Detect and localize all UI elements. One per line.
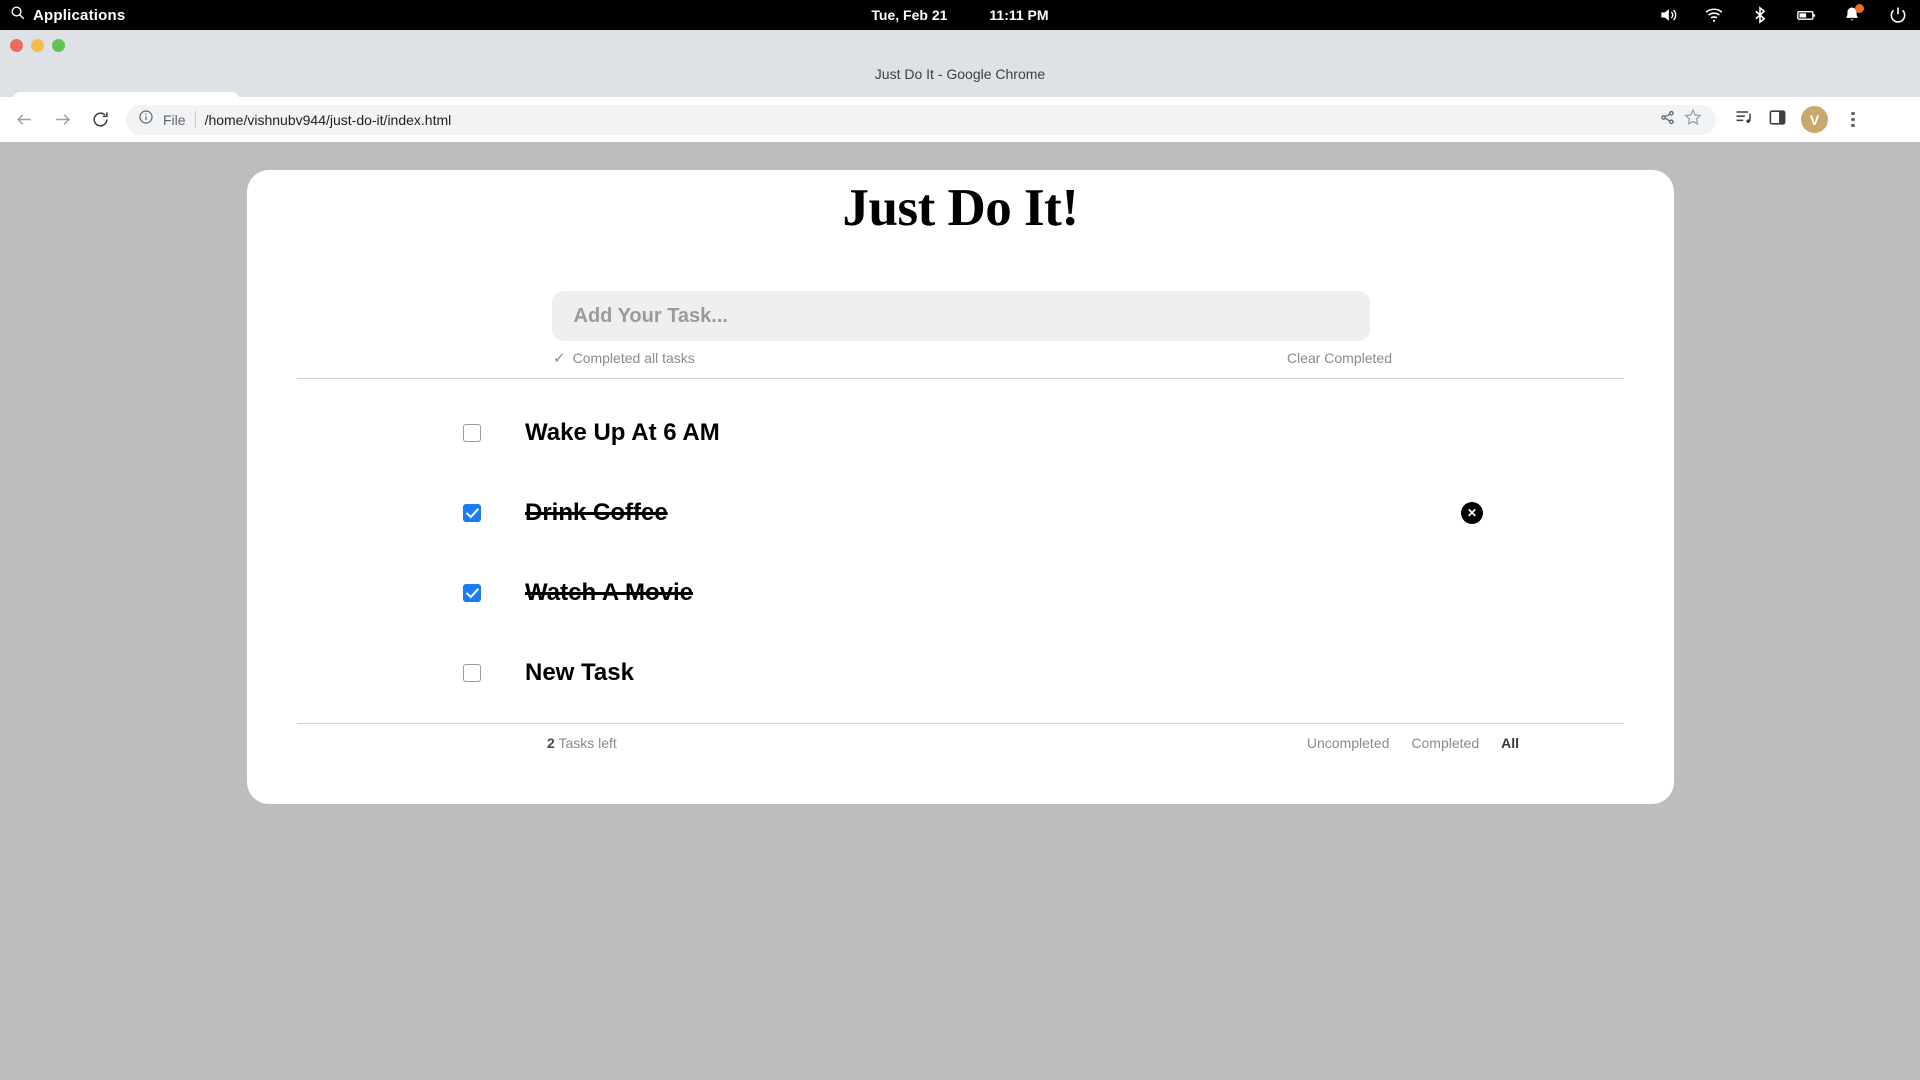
divider-top — [297, 378, 1624, 379]
url-text: /home/vishnubv944/just-do-it/index.html — [205, 112, 452, 128]
notification-bell-icon[interactable] — [1842, 5, 1862, 25]
tasks-left-label: Tasks left — [558, 735, 616, 751]
filter-all[interactable]: All — [1501, 735, 1519, 751]
add-task-container — [552, 291, 1370, 341]
media-playlist-icon[interactable] — [1734, 107, 1754, 132]
filter-completed[interactable]: Completed — [1411, 735, 1479, 751]
table-row[interactable]: Drink Coffee ✕ — [297, 473, 1624, 553]
os-menubar: Applications Tue, Feb 21 11:11 PM — [0, 0, 1920, 30]
window-controls — [10, 39, 65, 52]
table-row[interactable]: Watch A Movie — [297, 553, 1624, 633]
window-title: Just Do It - Google Chrome — [0, 66, 1920, 82]
battery-icon[interactable] — [1796, 5, 1816, 25]
toolbar-actions: V — [1716, 106, 1878, 133]
task-checkbox[interactable] — [463, 584, 481, 602]
volume-icon[interactable] — [1658, 5, 1678, 25]
reload-icon[interactable] — [84, 104, 116, 136]
task-list: Wake Up At 6 AM Drink Coffee ✕ Watch A M… — [247, 393, 1674, 713]
task-label: Wake Up At 6 AM — [525, 419, 720, 447]
address-bar[interactable]: File /home/vishnubv944/just-do-it/index.… — [126, 105, 1716, 135]
table-row[interactable]: Wake Up At 6 AM — [297, 393, 1624, 473]
close-window-button[interactable] — [10, 39, 23, 52]
avatar[interactable]: V — [1801, 106, 1828, 133]
bluetooth-icon[interactable] — [1750, 5, 1770, 25]
add-task-input[interactable] — [552, 291, 1370, 341]
task-checkbox[interactable] — [463, 664, 481, 682]
filter-uncompleted[interactable]: Uncompleted — [1307, 735, 1390, 751]
menubar-clock: Tue, Feb 21 11:11 PM — [0, 0, 1920, 30]
arrow-right-icon[interactable] — [46, 104, 78, 136]
search-icon[interactable] — [10, 5, 25, 25]
browser-toolbar: File /home/vishnubv944/just-do-it/index.… — [0, 97, 1920, 142]
menubar-time[interactable]: 11:11 PM — [989, 7, 1048, 23]
complete-all-button[interactable]: ✓ Completed all tasks — [303, 350, 695, 366]
close-circle-icon[interactable]: ✕ — [1461, 502, 1483, 524]
task-label: Watch A Movie — [525, 579, 693, 607]
delete-task-glyph: ✕ — [1467, 507, 1477, 519]
task-checkbox[interactable] — [463, 504, 481, 522]
task-label: New Task — [525, 659, 634, 687]
page-title: Just Do It! — [247, 170, 1674, 238]
power-icon[interactable] — [1888, 5, 1908, 25]
menubar-left: Applications — [0, 5, 125, 25]
omnibox-actions — [1659, 108, 1704, 131]
task-label: Drink Coffee — [525, 499, 668, 527]
maximize-window-button[interactable] — [52, 39, 65, 52]
star-icon[interactable] — [1684, 108, 1702, 131]
kebab-menu-icon[interactable] — [1842, 109, 1864, 131]
url-scheme-label: File — [163, 112, 186, 128]
complete-all-label: Completed all tasks — [573, 350, 695, 366]
applications-menu[interactable]: Applications — [33, 7, 125, 24]
filter-group: Uncompleted Completed All — [1307, 735, 1624, 751]
side-panel-icon[interactable] — [1768, 108, 1787, 132]
clear-completed-button[interactable]: Clear Completed — [1287, 350, 1624, 366]
list-controls: ✓ Completed all tasks Clear Completed — [297, 350, 1624, 366]
browser-titlebar: Just Do It - Google Chrome Just Do It — [0, 30, 1920, 97]
todo-card: Just Do It! ✓ Completed all tasks Clear … — [247, 170, 1674, 804]
divider-bottom — [297, 723, 1624, 724]
tasks-left: 2 Tasks left — [297, 735, 617, 751]
list-footer: 2 Tasks left Uncompleted Completed All — [297, 735, 1624, 751]
arrow-left-icon[interactable] — [8, 104, 40, 136]
check-icon: ✓ — [553, 351, 566, 366]
navigation-buttons — [0, 104, 116, 136]
omnibox-divider — [195, 111, 196, 128]
notification-badge — [1855, 4, 1864, 13]
info-circle-icon[interactable] — [138, 109, 154, 130]
tasks-left-count: 2 — [547, 735, 555, 751]
minimize-window-button[interactable] — [31, 39, 44, 52]
page-viewport: Just Do It! ✓ Completed all tasks Clear … — [0, 142, 1920, 1080]
wifi-icon[interactable] — [1704, 5, 1724, 25]
menubar-date[interactable]: Tue, Feb 21 — [871, 7, 947, 23]
share-icon[interactable] — [1659, 109, 1676, 131]
task-checkbox[interactable] — [463, 424, 481, 442]
table-row[interactable]: New Task — [297, 633, 1624, 713]
menubar-tray — [1658, 0, 1908, 30]
